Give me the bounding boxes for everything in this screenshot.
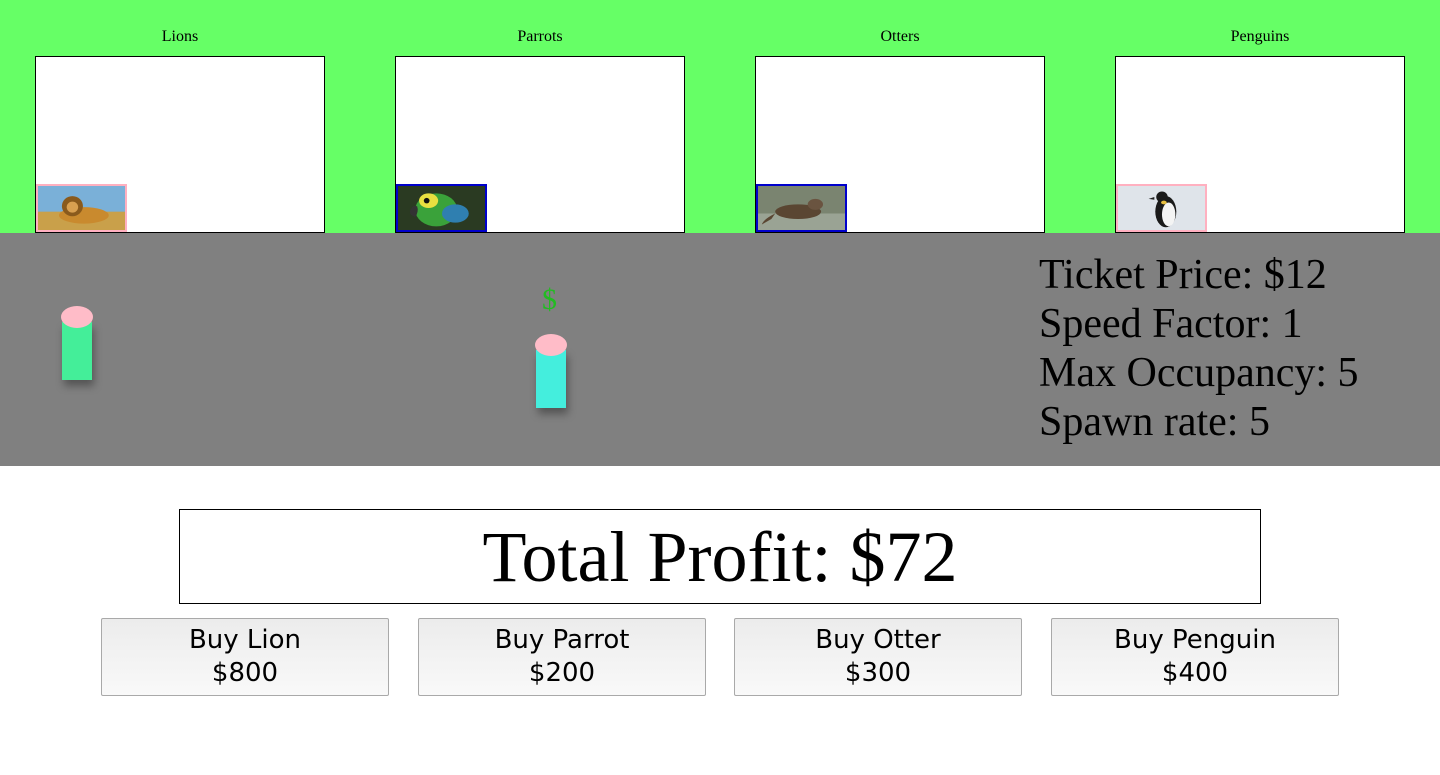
- spawn-rate: Spawn rate: 5: [1039, 399, 1270, 445]
- enclosure-title: Penguins: [1230, 28, 1290, 45]
- enclosure-title: Otters: [880, 28, 920, 45]
- total-profit: Total Profit: $72: [482, 516, 958, 597]
- enclosure-box[interactable]: [395, 56, 685, 233]
- visitor-path: $ Ticket Price: $12 Speed Factor: 1 Max …: [0, 233, 1440, 466]
- penguin-icon: [1116, 184, 1207, 232]
- parrot-icon: [396, 184, 487, 232]
- speed-factor: Speed Factor: 1: [1039, 301, 1303, 347]
- enclosure-title: Lions: [161, 28, 199, 45]
- buy-lion-button[interactable]: Buy Lion $800: [101, 618, 389, 696]
- stats-panel: Ticket Price: $12 Speed Factor: 1 Max Oc…: [1039, 251, 1439, 447]
- enclosure-parrots: Parrots: [395, 0, 685, 233]
- button-label: Buy Lion: [188, 625, 302, 655]
- enclosure-box[interactable]: [1115, 56, 1405, 233]
- visitor-head: [535, 334, 567, 356]
- button-price: $200: [528, 658, 596, 688]
- enclosure-lions: Lions: [35, 0, 325, 233]
- enclosure-box[interactable]: [35, 56, 325, 233]
- buy-penguin-button[interactable]: Buy Penguin $400: [1051, 618, 1339, 696]
- visitor-body: [536, 350, 566, 408]
- habitat-area: Lions Parrots Otters Penguins: [0, 0, 1440, 233]
- buy-otter-button[interactable]: Buy Otter $300: [734, 618, 1022, 696]
- button-label: Buy Penguin: [1114, 625, 1276, 655]
- enclosure-title: Parrots: [517, 28, 563, 45]
- profit-display: Total Profit: $72: [179, 509, 1261, 604]
- enclosure-penguins: Penguins: [1115, 0, 1405, 233]
- coin-indicator: $: [542, 283, 557, 316]
- visitor-head: [61, 306, 93, 328]
- max-occupancy: Max Occupancy: 5: [1039, 350, 1359, 396]
- button-label: Buy Otter: [815, 625, 941, 655]
- lion-icon: [36, 184, 127, 232]
- ticket-price: Ticket Price: $12: [1039, 252, 1327, 298]
- otter-icon: [756, 184, 847, 232]
- buy-parrot-button[interactable]: Buy Parrot $200: [418, 618, 706, 696]
- enclosure-box[interactable]: [755, 56, 1045, 233]
- visitor-body: [62, 322, 92, 380]
- button-price: $300: [844, 658, 912, 688]
- enclosure-otters: Otters: [755, 0, 1045, 233]
- button-price: $400: [1161, 658, 1229, 688]
- button-label: Buy Parrot: [494, 625, 630, 655]
- button-price: $800: [211, 658, 279, 688]
